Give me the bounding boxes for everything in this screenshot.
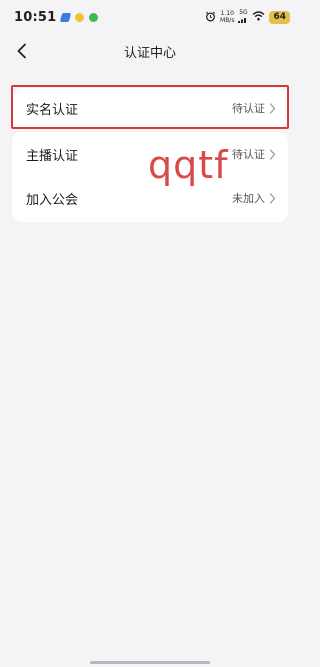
status-bar: 10:51 1.10 MB/s 5G 64 [0, 0, 300, 34]
network-label: 5G [239, 9, 248, 16]
chevron-right-icon [269, 102, 276, 114]
row-label: 实名认证 [26, 102, 79, 118]
chevron-right-icon [269, 148, 276, 160]
alarm-icon [205, 11, 216, 24]
back-button[interactable] [10, 39, 34, 63]
app-notification-icon-1 [60, 12, 72, 22]
app-notification-icon-2 [75, 12, 85, 22]
status-left: 10:51 [14, 9, 99, 25]
row-status: 待认证 [232, 102, 265, 115]
row-status: 未加入 [232, 192, 265, 205]
verification-card-real-name: 实名认证 待认证 [12, 88, 288, 128]
chevron-left-icon [17, 43, 26, 59]
net-speed-value: 1.10 [220, 10, 234, 17]
row-right: 待认证 [232, 146, 276, 162]
row-label: 主播认证 [26, 148, 79, 164]
chevron-right-icon [269, 192, 276, 204]
row-right: 待认证 [232, 100, 276, 116]
network-type: 5G [238, 9, 248, 25]
list-item-real-name-verification[interactable]: 实名认证 待认证 [12, 88, 288, 128]
row-right: 未加入 [232, 190, 276, 206]
row-status: 待认证 [232, 148, 265, 161]
battery-indicator: 64 [269, 10, 290, 24]
status-time: 10:51 [14, 9, 57, 25]
signal-icon [238, 18, 247, 23]
status-right: 1.10 MB/s 5G 64 [205, 9, 290, 25]
nav-bar: 认证中心 [0, 34, 300, 68]
wifi-icon [252, 11, 265, 23]
page-title: 认证中心 [123, 45, 176, 61]
net-speed: 1.10 MB/s [220, 10, 234, 24]
watermark-text: qqtf [148, 143, 229, 187]
app-notification-icon-3 [89, 12, 99, 22]
home-indicator[interactable] [90, 661, 210, 664]
net-speed-unit: MB/s [220, 17, 235, 24]
row-label: 加入公会 [26, 192, 79, 208]
